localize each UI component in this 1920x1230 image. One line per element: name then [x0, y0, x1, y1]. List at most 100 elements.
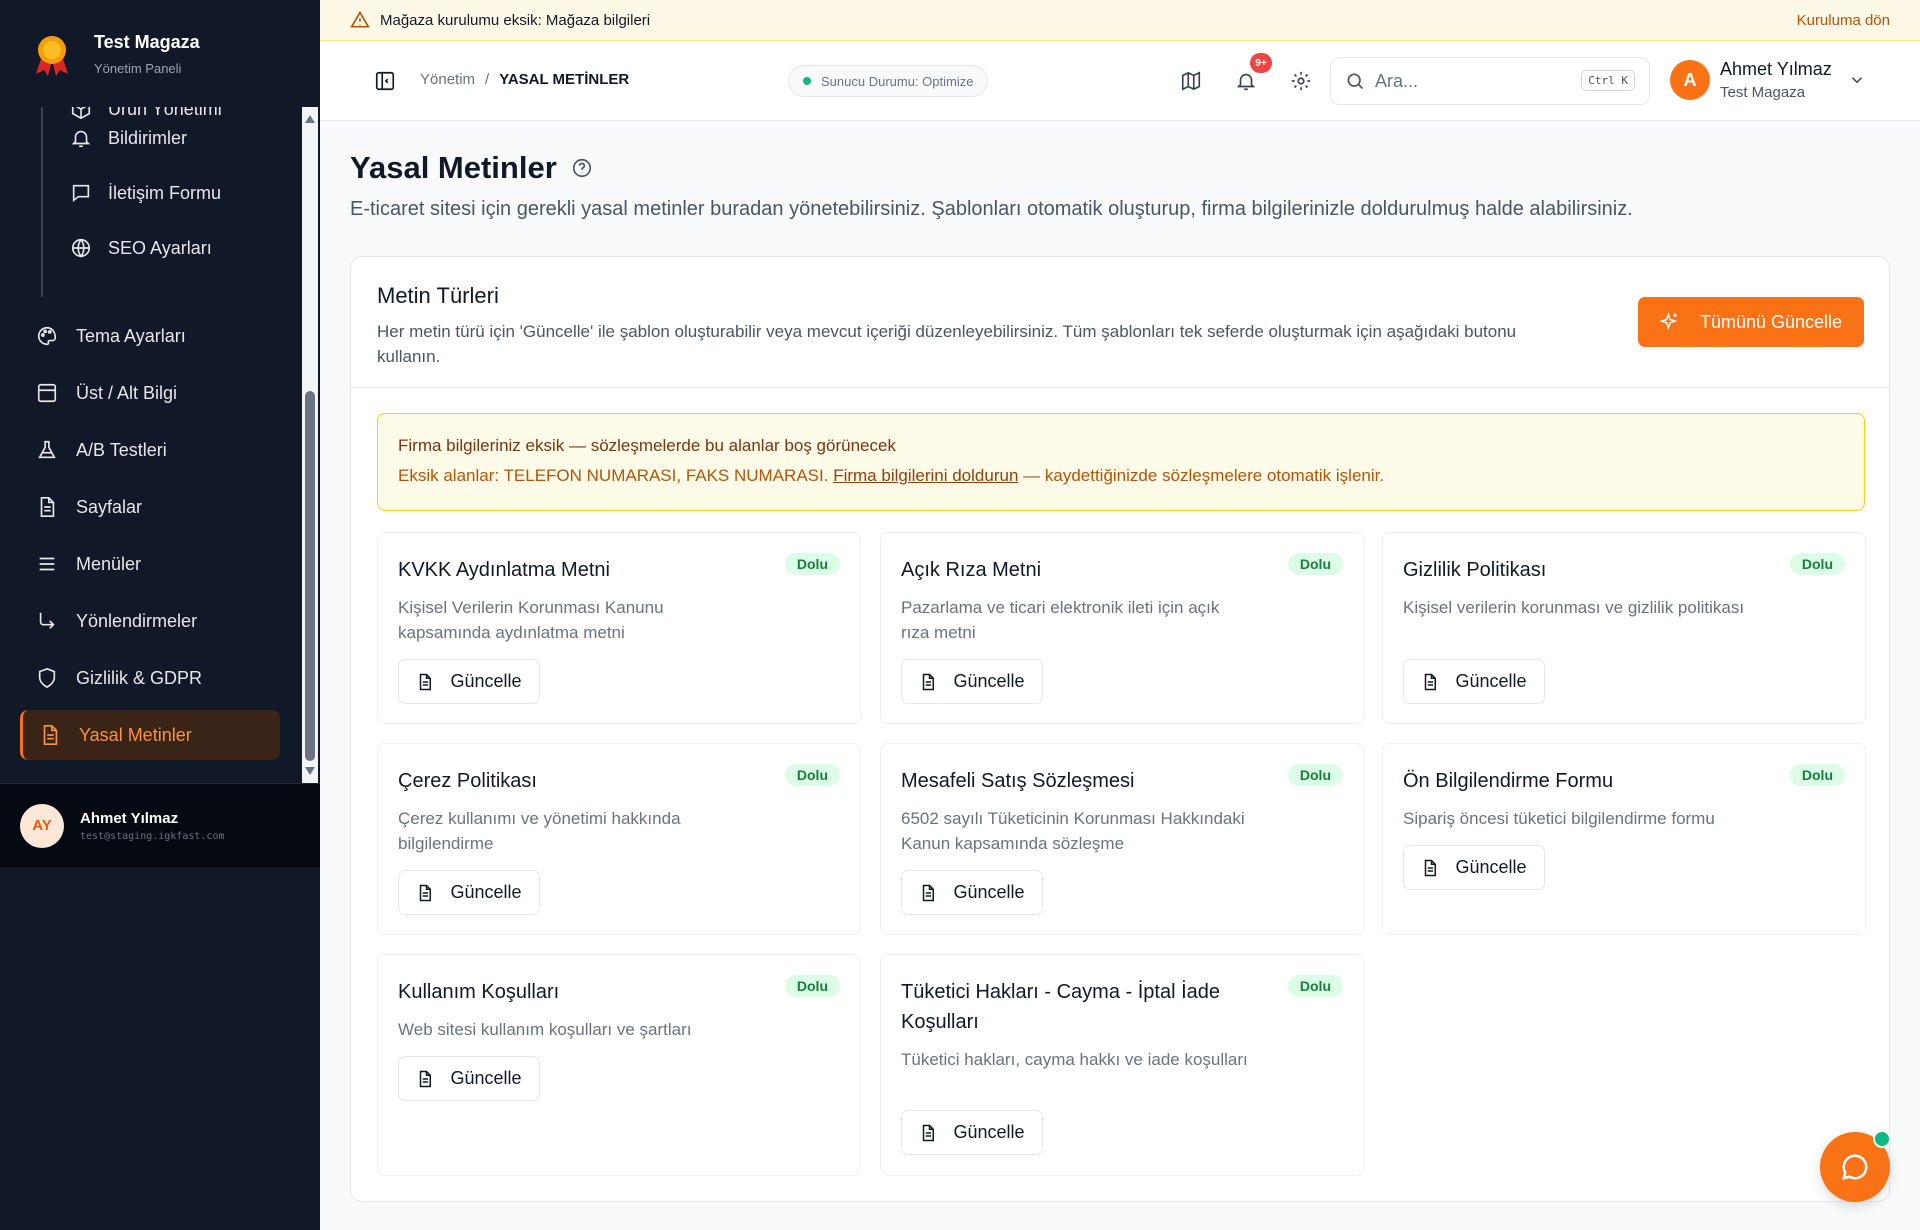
legal-card-title: Çerez Politikası — [398, 770, 537, 792]
warning-text: Eksik alanlar: TELEFON NUMARASI, FAKS NU… — [398, 466, 1844, 486]
scroll-down-arrow-icon[interactable] — [305, 767, 315, 775]
legal-card-title: KVKK Aydınlatma Metni — [398, 559, 610, 581]
update-button-label: Güncelle — [450, 882, 522, 902]
status-badge: Dolu — [784, 553, 840, 575]
chat-bubble-icon — [1841, 1154, 1868, 1181]
sidebar-toggle-icon[interactable] — [374, 70, 396, 92]
scroll-up-arrow-icon[interactable] — [305, 115, 315, 123]
legal-card-acik-riza: Açık Rıza Metni Dolu Pazarlama ve ticari… — [880, 532, 1364, 724]
notification-bell-icon[interactable] — [1235, 70, 1257, 92]
search-shortcut-hint: Ctrl K — [1581, 70, 1635, 91]
sidebar-item-yonlendirmeler[interactable]: Yönlendirmeler — [20, 596, 280, 646]
document-icon — [1425, 673, 1437, 690]
user-avatar[interactable]: A — [1670, 60, 1710, 100]
sidebar-item-ab-testleri[interactable]: A/B Testleri — [20, 425, 280, 475]
warning-title: Firma bilgileriniz eksik — sözleşmelerde… — [398, 436, 896, 455]
legal-card-desc: Sipariş öncesi tüketici bilgilendirme fo… — [1403, 809, 1715, 828]
settings-gear-icon[interactable] — [1290, 70, 1312, 92]
status-badge: Dolu — [1287, 553, 1343, 575]
update-button[interactable]: Güncelle — [1403, 659, 1545, 704]
document-icon — [420, 673, 432, 690]
document-icon — [923, 673, 935, 690]
update-button[interactable]: Güncelle — [398, 1056, 540, 1101]
avatar: AY — [20, 803, 64, 848]
update-button[interactable]: Güncelle — [398, 659, 540, 704]
sidebar-item-label: Yönlendirmeler — [76, 610, 198, 631]
sidebar-user[interactable]: AY Ahmet Yılmaz test@staging.igkfast.com — [0, 783, 320, 867]
search-icon — [1347, 73, 1364, 90]
sidebar-subitem-seo-ayarlari[interactable]: SEO Ayarları — [70, 228, 212, 268]
fill-company-info-link[interactable]: Firma bilgilerini doldurun — [833, 466, 1018, 485]
update-button[interactable]: Güncelle — [1403, 845, 1545, 890]
sidebar: Test Magaza Yönetim Paneli Ürün Yönetimi… — [0, 0, 320, 1230]
map-icon[interactable] — [1180, 70, 1202, 92]
page-title-text: Yasal Metinler — [350, 150, 557, 185]
sidebar-subitem-bildirimler[interactable]: Bildirimler — [70, 118, 187, 158]
status-badge: Dolu — [784, 764, 840, 786]
sidebar-item-ust-alt-bilgi[interactable]: Üst / Alt Bilgi — [20, 368, 280, 418]
legal-card-title: Tüketici Hakları - Cayma - İptal İade Ko… — [901, 981, 1220, 1033]
setup-banner: Mağaza kurulumu eksik: Mağaza bilgileri … — [320, 0, 1920, 41]
sidebar-item-gizlilik-gdpr[interactable]: Gizlilik & GDPR — [20, 653, 280, 703]
document-icon — [1425, 859, 1437, 876]
legal-card-desc: Pazarlama ve ticari elektronik ileti içi… — [901, 598, 1220, 642]
search-input[interactable] — [1375, 70, 1565, 92]
update-button[interactable]: Güncelle — [398, 870, 540, 915]
chevron-down-icon[interactable] — [1848, 71, 1866, 89]
brand[interactable]: Test Magaza Yönetim Paneli — [0, 0, 320, 107]
sidebar-item-label: Üst / Alt Bilgi — [76, 382, 178, 403]
legal-card-desc: Web sitesi kullanım koşulları ve şartlar… — [398, 1020, 692, 1039]
legal-card-title: Mesafeli Satış Sözleşmesi — [901, 770, 1135, 792]
brand-title: Test Magaza — [94, 31, 200, 52]
breadcrumb-current: YASAL METİNLER — [499, 71, 630, 88]
banner-text: Mağaza kurulumu eksik: — [380, 11, 542, 29]
breadcrumb-root[interactable]: Yönetim — [420, 71, 475, 88]
sparkles-icon — [1659, 312, 1678, 331]
palette-icon — [38, 326, 57, 346]
document-icon — [923, 1124, 935, 1141]
document-icon — [420, 1070, 432, 1087]
sidebar-subitem-iletisim-formu[interactable]: İletişim Formu — [70, 173, 221, 213]
search-box[interactable]: Ctrl K — [1330, 57, 1650, 105]
update-all-label: Tümünü Güncelle — [1699, 311, 1843, 332]
server-status-text: Sunucu Durumu: Optimize — [821, 73, 974, 89]
sidebar-item-menuler[interactable]: Menüler — [20, 539, 280, 589]
user-name[interactable]: Ahmet Yılmaz — [1720, 59, 1832, 80]
legal-card-kullanim-kosullari: Kullanım Koşulları Dolu Web sitesi kulla… — [377, 954, 861, 1176]
sidebar-item-label: Tema Ayarları — [76, 325, 186, 346]
legal-card-gizlilik: Gizlilik Politikası Dolu Kişisel veriler… — [1382, 532, 1866, 724]
legal-card-title: Kullanım Koşulları — [398, 981, 560, 1003]
legal-card-desc: Kişisel Verilerin Korunması Kanunu kapsa… — [398, 598, 664, 642]
sidebar-item-sayfalar[interactable]: Sayfalar — [20, 482, 280, 532]
update-button-label: Güncelle — [953, 882, 1025, 902]
return-to-setup-link[interactable]: Kuruluma dön — [1797, 12, 1890, 29]
sidebar-nav: Ürün Yönetimi Bildirimler İletişim Formu… — [0, 107, 302, 783]
shield-icon — [38, 667, 56, 689]
update-button-label: Güncelle — [450, 671, 522, 691]
notification-badge: 9+ — [1250, 53, 1272, 73]
text-types-card: Metin Türleri Her metin türü için 'Günce… — [350, 256, 1890, 1202]
scroll-thumb[interactable] — [305, 391, 315, 761]
sidebar-item-label: Gizlilik & GDPR — [76, 667, 203, 688]
legal-card-desc: 6502 sayılı Tüketicinin Korunması Hakkın… — [901, 809, 1245, 853]
bell-icon — [71, 130, 91, 148]
card-header: Metin Türleri Her metin türü için 'Günce… — [351, 257, 1889, 388]
message-icon — [72, 184, 90, 203]
user-store: Test Magaza — [1720, 84, 1806, 101]
card-title: Metin Türleri — [377, 283, 499, 308]
sidebar-scrollbar[interactable] — [302, 107, 318, 783]
sidebar-item-yasal-metinler[interactable]: Yasal Metinler — [20, 710, 280, 760]
update-button[interactable]: Güncelle — [901, 1110, 1043, 1155]
sidebar-item-tema-ayarlari[interactable]: Tema Ayarları — [20, 311, 280, 361]
legal-card-title: Ön Bilgilendirme Formu — [1403, 770, 1614, 792]
update-all-button[interactable]: Tümünü Güncelle — [1638, 297, 1864, 347]
banner-link[interactable]: Mağaza bilgileri — [546, 12, 650, 29]
sidebar-item-label: A/B Testleri — [76, 439, 167, 460]
status-badge: Dolu — [1789, 764, 1845, 786]
help-circle-icon[interactable] — [571, 157, 593, 179]
layout-icon — [37, 383, 57, 403]
status-dot-icon — [803, 77, 811, 85]
update-button[interactable]: Güncelle — [901, 870, 1043, 915]
sidebar-item-label: Menüler — [76, 553, 142, 574]
update-button[interactable]: Güncelle — [901, 659, 1043, 704]
